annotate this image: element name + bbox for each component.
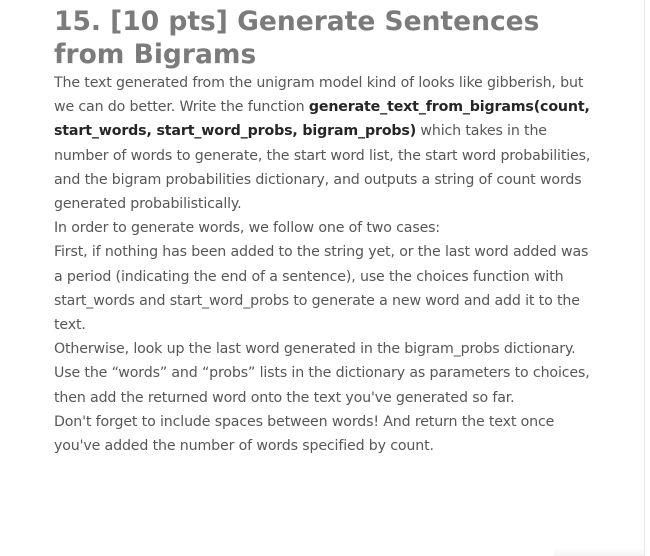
paragraph-cases-intro: In order to generate words, we follow on… [54,220,441,237]
paragraph-function-description: The text generated from the unigram mode… [54,71,598,216]
paragraph-case-two: Otherwise, look up the last word generat… [54,341,590,406]
section-title: 15. [10 pts] Generate Sentences from Big… [54,6,540,70]
paragraph-case-one: First, if nothing has been added to the … [54,244,589,334]
paragraph-closing-note: Don't forget to include spaces between w… [54,413,555,455]
document-page: 15. [10 pts] Generate Sentences from Big… [0,0,645,556]
assignment-section: 15. [10 pts] Generate Sentences from Big… [54,5,598,458]
page-edge-shadow [554,548,644,556]
